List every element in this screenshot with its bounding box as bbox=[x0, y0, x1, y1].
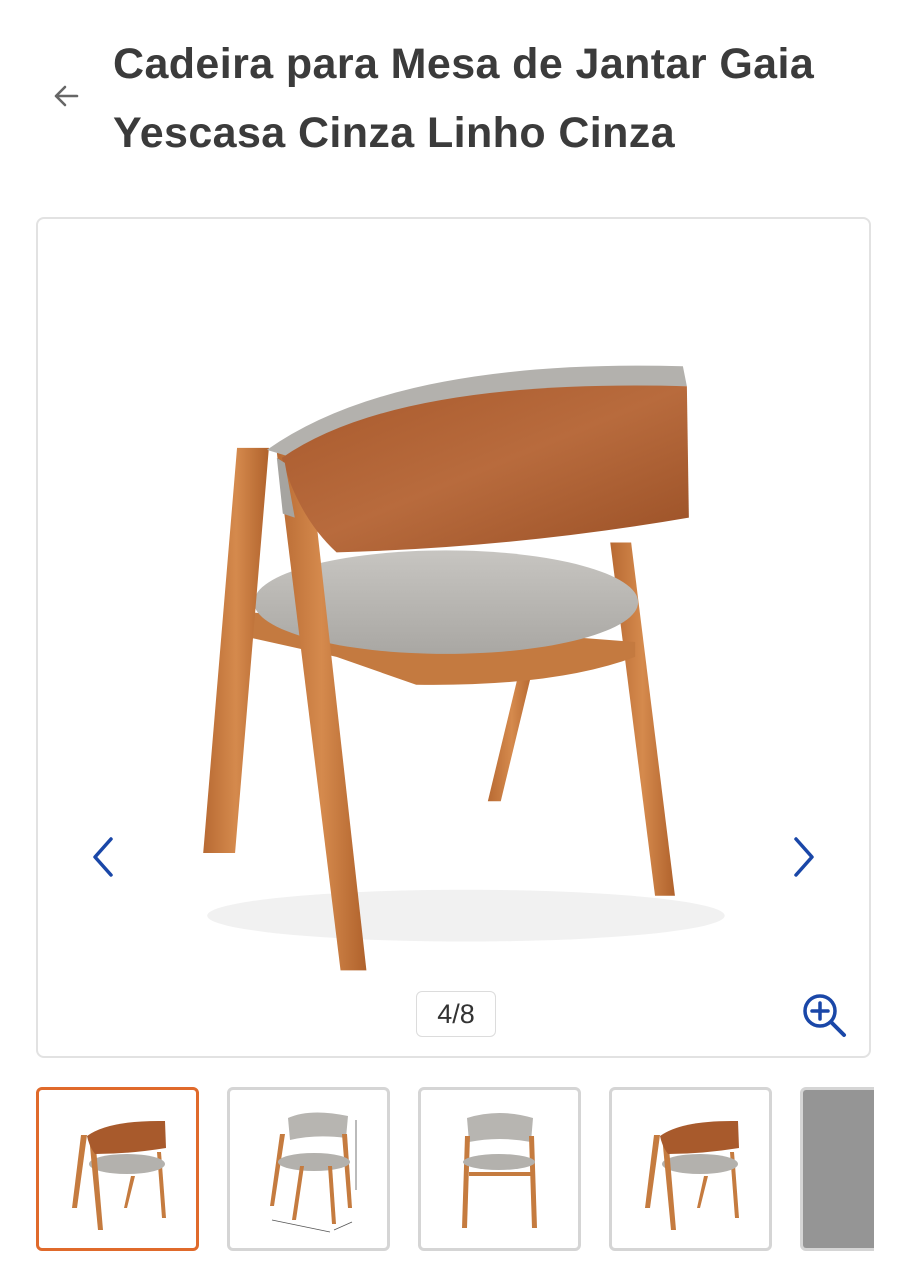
thumbnail-strip bbox=[36, 1087, 874, 1252]
thumbnail-image bbox=[803, 1090, 874, 1248]
thumbnail-chair-front-view[interactable] bbox=[418, 1087, 581, 1251]
thumbnail-chair-back-view[interactable] bbox=[36, 1087, 199, 1251]
arrow-left-icon bbox=[54, 85, 79, 107]
thumbnail-chair-back-view-alt[interactable] bbox=[609, 1087, 772, 1251]
thumbnail-image bbox=[462, 1113, 537, 1228]
zoom-in-icon bbox=[803, 994, 846, 1037]
product-main-image[interactable] bbox=[38, 219, 869, 1056]
chevron-right-icon bbox=[794, 837, 814, 877]
thumbnail-fabric-swatch[interactable] bbox=[800, 1087, 874, 1251]
zoom-button[interactable] bbox=[798, 989, 850, 1041]
thumbnail-image bbox=[72, 1120, 166, 1230]
thumbnail-image bbox=[645, 1120, 739, 1230]
product-image-gallery[interactable]: 4/8 bbox=[36, 217, 871, 1058]
thumbnail-image bbox=[270, 1112, 357, 1233]
next-image-button[interactable] bbox=[779, 819, 829, 895]
product-title: Cadeira para Mesa de Jantar Gaia Yescasa… bbox=[113, 40, 815, 157]
chevron-left-icon bbox=[93, 837, 113, 877]
image-counter: 4/8 bbox=[416, 991, 496, 1037]
back-button[interactable] bbox=[44, 74, 88, 118]
thumbnail-chair-front-dimensions[interactable] bbox=[227, 1087, 390, 1251]
previous-image-button[interactable] bbox=[78, 819, 128, 895]
